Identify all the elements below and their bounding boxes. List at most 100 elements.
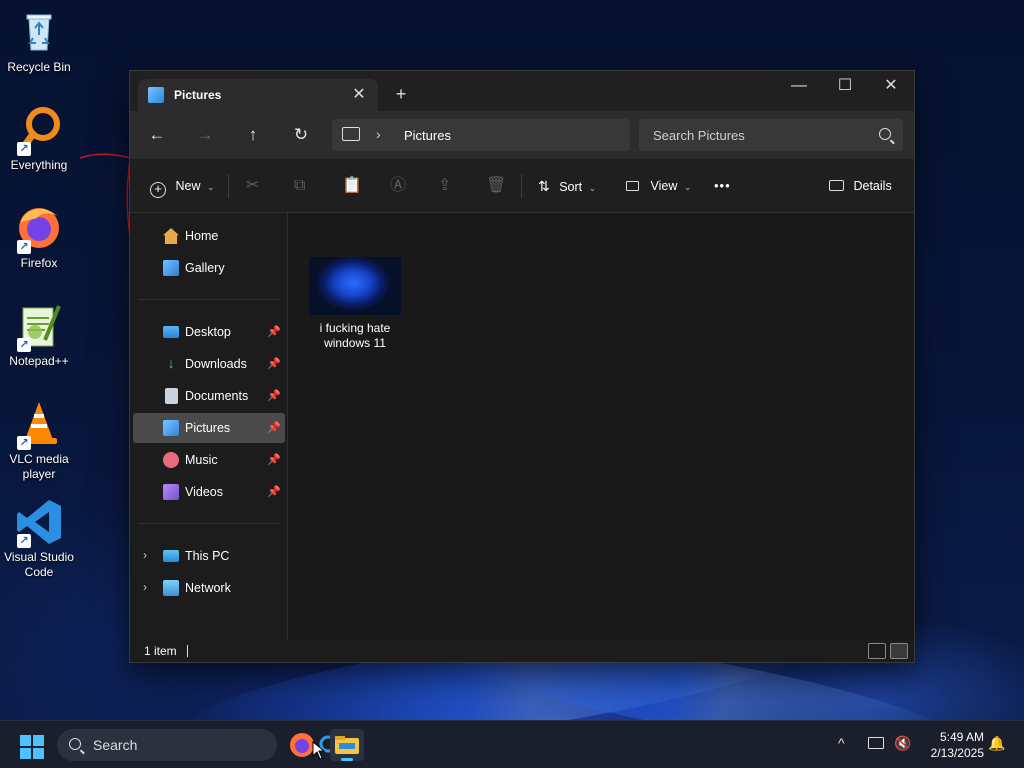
downloads-icon: ↓	[167, 355, 175, 372]
network-status-icon[interactable]	[868, 737, 884, 749]
new-label: New	[175, 179, 201, 193]
nav-label: Downloads	[185, 357, 247, 371]
clock-time: 5:49 AM	[939, 730, 984, 744]
copy-button[interactable]: ⧉	[294, 176, 305, 196]
nav-item-videos[interactable]: Videos 📌	[133, 477, 285, 507]
sort-label: Sort	[559, 180, 583, 194]
expand-chevron-icon[interactable]: ›	[143, 548, 147, 562]
recycle-bin-icon	[15, 8, 63, 56]
file-item[interactable]: i fucking hate windows 11	[309, 257, 401, 351]
desktop-icon-everything[interactable]: ↗ Everything	[0, 106, 78, 173]
nav-label: Network	[185, 581, 231, 595]
desktop-icon-label: Notepad++	[9, 354, 69, 368]
search-icon	[879, 128, 891, 140]
cut-button[interactable]: ✂	[246, 176, 259, 196]
nav-item-music[interactable]: Music 📌	[133, 445, 285, 475]
desktop-icon-notepad-plus-plus[interactable]: ↗ Notepad++	[0, 302, 78, 369]
desktop-icon-firefox[interactable]: ↗ Firefox	[0, 204, 78, 271]
breadcrumb-separator[interactable]: ›	[376, 126, 381, 142]
sort-icon: ⇅	[538, 178, 550, 194]
taskbar-search-box[interactable]: Search	[57, 729, 277, 761]
command-bar: + New ⌄ ✂ ⧉ 📋 Ⓐ ⇪ 🗑 ⇅ Sort ⌄ View ⌄ ••• …	[130, 159, 914, 213]
this-pc-icon	[342, 127, 360, 141]
nav-label: Pictures	[185, 421, 231, 435]
chevron-down-icon: ⌄	[683, 182, 692, 192]
share-button[interactable]: ⇪	[438, 176, 451, 196]
desktop-icon-label: VLC media player	[9, 452, 69, 481]
pictures-icon	[148, 87, 164, 103]
maximize-button[interactable]: ☐	[822, 71, 868, 101]
image-thumbnail	[309, 257, 401, 315]
back-button[interactable]: ←	[143, 123, 171, 147]
nav-item-gallery[interactable]: Gallery	[133, 253, 285, 283]
pin-icon: 📌	[267, 390, 281, 402]
home-icon	[163, 228, 179, 244]
desktop-icon-vscode[interactable]: ↗ Visual Studio Code	[0, 498, 78, 580]
videos-icon	[163, 484, 179, 500]
nav-item-downloads[interactable]: ↓ Downloads 📌	[133, 349, 285, 379]
this-pc-icon	[163, 550, 179, 562]
show-hidden-icons-button[interactable]: ^	[838, 735, 845, 751]
nav-divider	[138, 299, 280, 300]
nav-label: Home	[185, 229, 219, 243]
rename-button[interactable]: Ⓐ	[390, 176, 406, 196]
delete-button[interactable]: 🗑	[486, 176, 506, 196]
desktop-icon-label: Everything	[10, 158, 68, 172]
file-name-line: i fucking hate	[319, 321, 391, 335]
pictures-icon	[163, 420, 179, 436]
start-button[interactable]	[20, 735, 44, 759]
vscode-icon: ↗	[15, 498, 63, 548]
text-cursor	[187, 645, 188, 657]
new-button[interactable]: + New ⌄	[150, 176, 215, 198]
pin-icon: 📌	[267, 326, 281, 338]
toolbar-divider	[521, 174, 522, 198]
tab-pictures[interactable]: Pictures ✕	[138, 79, 378, 111]
gallery-icon	[163, 260, 179, 276]
title-bar[interactable]: Pictures ✕ + — ☐ ✕	[130, 71, 914, 111]
network-icon	[163, 580, 179, 596]
large-icons-view-button[interactable]	[890, 643, 908, 659]
toolbar-divider	[228, 174, 229, 198]
forward-button[interactable]: →	[191, 123, 219, 147]
view-icon	[626, 181, 639, 191]
minimize-button[interactable]: —	[776, 71, 822, 101]
refresh-button[interactable]: ↻	[287, 123, 315, 147]
expand-chevron-icon[interactable]: ›	[143, 580, 147, 594]
nav-item-documents[interactable]: Documents 📌	[133, 381, 285, 411]
address-bar[interactable]: › Pictures	[332, 119, 630, 151]
volume-muted-icon[interactable]: 🔇	[894, 735, 911, 752]
file-name-line: windows 11	[324, 336, 386, 350]
shortcut-arrow-icon: ↗	[17, 534, 31, 548]
close-window-button[interactable]: ✕	[868, 71, 914, 101]
windows-logo-icon	[33, 735, 44, 746]
details-button[interactable]: Details	[829, 176, 892, 196]
view-button[interactable]: View ⌄	[626, 176, 691, 196]
search-box[interactable]: Search Pictures	[639, 119, 903, 151]
desktop-icon-vlc[interactable]: ↗ VLC media player	[0, 400, 78, 482]
paste-button[interactable]: 📋	[342, 176, 362, 196]
clock[interactable]: 5:49 AM 2/13/2025	[922, 729, 984, 761]
nav-item-pictures[interactable]: Pictures 📌	[133, 413, 285, 443]
taskbar-file-explorer[interactable]	[330, 729, 364, 761]
details-view-button[interactable]	[868, 643, 886, 659]
nav-divider	[138, 523, 280, 524]
new-tab-button[interactable]: +	[390, 83, 412, 105]
nav-item-desktop[interactable]: Desktop 📌	[133, 317, 285, 347]
file-list-area[interactable]: i fucking hate windows 11	[289, 213, 914, 640]
nav-label: Music	[185, 453, 218, 467]
file-explorer-icon	[335, 736, 359, 761]
notification-bell-icon[interactable]: 🔔	[988, 735, 1005, 752]
up-button[interactable]: ↑	[239, 123, 267, 147]
close-tab-button[interactable]: ✕	[348, 84, 370, 106]
see-more-button[interactable]: •••	[714, 176, 731, 196]
breadcrumb-pictures[interactable]: Pictures	[404, 128, 451, 143]
nav-item-this-pc[interactable]: › This PC	[133, 541, 285, 571]
nav-item-home[interactable]: Home	[133, 221, 285, 251]
music-icon	[163, 452, 179, 468]
plus-circle-icon: +	[150, 182, 166, 198]
desktop-icon-recycle-bin[interactable]: Recycle Bin	[0, 8, 78, 75]
sort-button[interactable]: ⇅ Sort ⌄	[538, 176, 596, 196]
nav-item-network[interactable]: › Network	[133, 573, 285, 603]
firefox-icon: ↗	[15, 204, 63, 254]
taskbar: Search ^ 🔇 5:49 AM 2/13/2025 🔔	[0, 720, 1024, 768]
